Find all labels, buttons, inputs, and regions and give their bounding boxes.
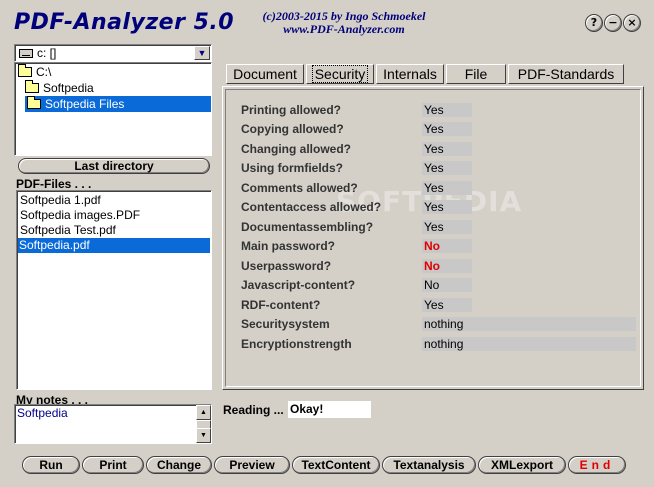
changing-allowed-value: Yes (422, 142, 472, 156)
drive-value: c: [] (37, 46, 57, 60)
using-formfields-label: Using formfields? (241, 161, 344, 175)
drive-icon (19, 49, 33, 58)
copyright: (c)2003-2015 by Ingo Schmoekel www.PDF-A… (244, 10, 444, 36)
tab-pdf-standards[interactable]: PDF-Standards (508, 64, 624, 84)
changing-allowed-label: Changing allowed? (241, 142, 351, 156)
textcontent-button[interactable]: TextContent (292, 456, 380, 474)
directory-label: Softpedia Files (45, 97, 125, 111)
bottom-toolbar: Run Print Change Preview TextContent Tex… (14, 452, 646, 478)
xmlexport-button[interactable]: XMLexport (478, 456, 566, 474)
app-title: PDF-Analyzer 5.0 (14, 10, 235, 35)
tab-file[interactable]: File (446, 64, 506, 84)
notes-scrollbar[interactable]: ▲ ▼ (196, 405, 211, 443)
documentassembling-value: Yes (422, 220, 472, 234)
directory-label: C:\ (36, 65, 52, 79)
userpassword-label: Userpassword? (241, 259, 332, 273)
folder-open-icon (27, 96, 41, 109)
directory-list[interactable]: C:\ Softpedia Softpedia Files (14, 62, 212, 156)
tab-label: Security (311, 65, 369, 83)
file-item-selected[interactable]: Softpedia.pdf (18, 238, 210, 253)
minimize-button[interactable]: − (604, 14, 622, 32)
end-button[interactable]: End (568, 456, 626, 474)
main-password-value: No (422, 239, 472, 253)
file-item[interactable]: Softpedia images.PDF (19, 208, 140, 223)
comments-allowed-label: Comments allowed? (241, 181, 358, 195)
directory-item[interactable]: Softpedia (25, 80, 94, 96)
encryptionstrength-value: nothing (422, 337, 636, 351)
javascript-content-value: No (422, 278, 472, 292)
contentaccess-allowed-label: Contentaccess allowed? (241, 200, 382, 214)
copying-allowed-value: Yes (422, 122, 472, 136)
rdf-content-label: RDF-content? (241, 298, 321, 312)
directory-item-selected[interactable]: Softpedia Files (25, 96, 211, 112)
notes-text: Softpedia (17, 406, 68, 420)
reading-status: Okay! (288, 401, 371, 418)
tab-label: PDF-Standards (517, 66, 615, 82)
drive-select[interactable]: c: [] ▼ (14, 44, 212, 62)
rdf-content-value: Yes (422, 298, 472, 312)
run-button[interactable]: Run (22, 456, 80, 474)
printing-allowed-value: Yes (422, 103, 472, 117)
scroll-up-icon[interactable]: ▲ (196, 405, 211, 420)
securitysystem-value: nothing (422, 317, 636, 331)
change-button[interactable]: Change (146, 456, 212, 474)
scroll-down-icon[interactable]: ▼ (196, 428, 211, 443)
folder-open-icon (18, 64, 32, 77)
notes-textarea[interactable]: Softpedia ▲ ▼ (14, 404, 212, 444)
tab-label: File (464, 66, 488, 82)
last-directory-button[interactable]: Last directory (18, 158, 210, 174)
directory-label: Softpedia (43, 81, 94, 95)
tab-label: Internals (383, 66, 437, 82)
files-label: PDF-Files . . . (16, 177, 92, 191)
chevron-down-icon[interactable]: ▼ (194, 46, 210, 60)
website-link[interactable]: www.PDF-Analyzer.com (244, 23, 444, 36)
javascript-content-label: Javascript-content? (241, 278, 356, 292)
tab-security[interactable]: Security (306, 64, 374, 84)
main-password-label: Main password? (241, 239, 336, 253)
files-list[interactable]: Softpedia 1.pdf Softpedia images.PDF Sof… (16, 190, 212, 390)
comments-allowed-value: Yes (422, 181, 472, 195)
directory-item[interactable]: C:\ (18, 64, 51, 80)
tab-internals[interactable]: Internals (376, 64, 444, 84)
folder-open-icon (25, 80, 39, 93)
close-button[interactable]: × (623, 14, 641, 32)
tab-document[interactable]: Document (226, 64, 304, 84)
tab-label: Document (233, 66, 297, 82)
printing-allowed-label: Printing allowed? (241, 103, 342, 117)
contentaccess-allowed-value: Yes (422, 200, 472, 214)
print-button[interactable]: Print (82, 456, 144, 474)
encryptionstrength-label: Encryptionstrength (241, 337, 352, 351)
help-button[interactable]: ? (585, 14, 603, 32)
reading-label: Reading ... (223, 403, 284, 417)
preview-button[interactable]: Preview (214, 456, 290, 474)
file-item[interactable]: Softpedia Test.pdf (19, 223, 116, 238)
copying-allowed-label: Copying allowed? (241, 122, 344, 136)
file-item[interactable]: Softpedia 1.pdf (19, 193, 101, 208)
securitysystem-label: Securitysystem (241, 317, 330, 331)
textanalysis-button[interactable]: Textanalysis (382, 456, 476, 474)
using-formfields-value: Yes (422, 161, 472, 175)
userpassword-value: No (422, 259, 472, 273)
documentassembling-label: Documentassembling? (241, 220, 374, 234)
